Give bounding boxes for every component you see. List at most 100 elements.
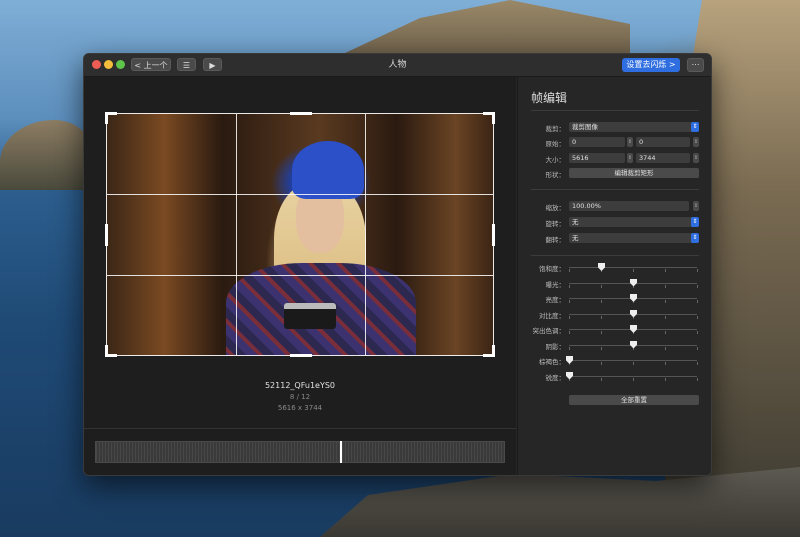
slider-tick <box>665 346 666 350</box>
slider-tick <box>665 269 666 272</box>
crop-select-value: 裁剪图像 <box>572 123 598 131</box>
crop-handle-bottom-right[interactable] <box>492 345 495 357</box>
crop-handle-top[interactable] <box>290 112 312 115</box>
adjustment-label: 突出色调： <box>532 327 566 335</box>
set-flash-button[interactable]: 设置去闪烁 > <box>622 58 680 72</box>
adjustment-label: 棕褐色： <box>539 358 565 366</box>
adjustment-label: 饱和度： <box>539 265 565 273</box>
scale-field[interactable]: 100.00% <box>569 201 689 211</box>
hill-left <box>0 120 90 190</box>
slider-tick <box>601 346 602 350</box>
slider-tick <box>697 377 698 381</box>
flip-select[interactable]: 无 ⇕ <box>569 233 699 243</box>
slider-tick <box>569 331 570 334</box>
slider-tick <box>665 300 666 303</box>
panel-title: 帧编辑 <box>531 91 568 105</box>
reset-all-button[interactable]: 全部重置 <box>569 395 699 405</box>
size-width-field[interactable]: 5616 <box>569 153 625 163</box>
slider-tick <box>601 315 602 319</box>
adjustment-slider[interactable] <box>569 267 697 268</box>
adjustment-slider-thumb[interactable] <box>630 340 637 349</box>
slider-tick <box>665 377 666 381</box>
adjustment-slider-thumb[interactable] <box>630 278 637 287</box>
preview-pane: 52112_QFu1eYS0 8 / 12 5616 x 3744 <box>84 77 516 475</box>
rocks-bottom <box>320 467 800 537</box>
slider-tick <box>569 269 570 272</box>
origin-x-field[interactable]: 0 <box>569 137 625 147</box>
slider-tick <box>697 331 698 334</box>
origin-y-stepper[interactable]: ⇕ <box>693 137 699 147</box>
scale-label: 缩放： <box>545 204 566 212</box>
more-options-button[interactable]: ⋯ <box>687 58 704 72</box>
crop-handle-top-right[interactable] <box>492 112 495 124</box>
frame-edit-panel: 帧编辑 裁剪： 裁剪图像 ⇕ 原始： 0 ⇕ 0 ⇕ 大小： 5616 ⇕ 37… <box>517 77 711 475</box>
adjustment-slider-thumb[interactable] <box>598 263 605 271</box>
scale-stepper[interactable]: ⇕ <box>693 201 699 211</box>
edit-crop-rect-button[interactable]: 编辑裁剪矩形 <box>569 168 699 178</box>
size-width-stepper[interactable]: ⇕ <box>627 153 633 163</box>
origin-label: 原始： <box>545 140 566 148</box>
slider-tick <box>633 362 634 365</box>
chevron-updown-icon: ⇕ <box>691 233 699 243</box>
adjustment-slider[interactable] <box>569 360 697 361</box>
divider <box>531 255 699 256</box>
timeline-scrubber[interactable] <box>95 441 505 463</box>
shape-label: 形状： <box>545 171 566 179</box>
slider-tick <box>633 269 634 272</box>
slider-tick <box>633 377 634 381</box>
crop-handle-left[interactable] <box>105 224 108 246</box>
mountain-ridge <box>330 0 630 60</box>
rotate-select[interactable]: 无 ⇕ <box>569 217 699 227</box>
rotate-select-value: 无 <box>572 218 579 226</box>
crop-rectangle[interactable] <box>105 112 495 357</box>
timeline-playhead[interactable] <box>340 441 342 463</box>
slider-tick <box>601 300 602 303</box>
slider-tick <box>697 362 698 365</box>
adjustment-label: 曝光： <box>545 280 566 289</box>
crop-grid-line <box>236 114 237 355</box>
size-height-stepper[interactable]: ⇕ <box>693 153 699 163</box>
crop-label: 裁剪： <box>545 125 566 133</box>
adjustment-slider-thumb[interactable] <box>630 309 637 318</box>
title-bar: < 上一个 ☰ ▶ 人物 设置去闪烁 > ⋯ <box>84 54 711 77</box>
adjustment-slider-thumb[interactable] <box>630 294 637 302</box>
slider-tick <box>601 377 602 381</box>
adjustment-slider[interactable] <box>569 375 697 377</box>
crop-select[interactable]: 裁剪图像 ⇕ <box>569 122 699 132</box>
photo-dimensions: 5616 x 3744 <box>277 404 323 412</box>
crop-handle-top-left[interactable] <box>105 112 108 124</box>
slider-tick <box>697 346 698 350</box>
slider-tick <box>697 315 698 319</box>
flip-label: 翻转： <box>545 236 566 244</box>
rotate-label: 旋转： <box>545 220 566 228</box>
crop-grid-line <box>107 194 493 195</box>
adjustment-slider-thumb[interactable] <box>566 356 573 364</box>
slider-tick <box>697 269 698 272</box>
divider <box>531 189 699 190</box>
adjustment-slider-thumb[interactable] <box>566 371 573 380</box>
crop-handle-bottom-left[interactable] <box>105 345 108 357</box>
divider <box>531 110 699 111</box>
slider-tick <box>665 284 666 288</box>
adjustment-label: 锐度： <box>545 373 566 382</box>
crop-grid-line <box>107 275 493 276</box>
slider-tick <box>569 284 570 288</box>
ellipsis-icon: ⋯ <box>691 60 700 69</box>
origin-x-stepper[interactable]: ⇕ <box>627 137 633 147</box>
slider-tick <box>665 362 666 365</box>
origin-y-field[interactable]: 0 <box>636 137 690 147</box>
app-window: < 上一个 ☰ ▶ 人物 设置去闪烁 > ⋯ 52112_QFu1eYS0 8 … <box>83 53 712 476</box>
crop-handle-bottom[interactable] <box>290 354 312 357</box>
photo-name: 52112_QFu1eYS0 <box>264 381 336 390</box>
slider-tick <box>569 346 570 350</box>
slider-tick <box>601 284 602 288</box>
size-height-field[interactable]: 3744 <box>636 153 690 163</box>
adjustment-label: 亮度： <box>545 296 566 304</box>
slider-tick <box>569 300 570 303</box>
flip-select-value: 无 <box>572 234 579 242</box>
adjustment-label: 对比度： <box>539 311 565 320</box>
crop-handle-right[interactable] <box>492 224 495 246</box>
photo-index: 8 / 12 <box>289 393 311 401</box>
adjustment-label: 阴影： <box>545 342 566 351</box>
adjustment-slider-thumb[interactable] <box>630 325 637 333</box>
